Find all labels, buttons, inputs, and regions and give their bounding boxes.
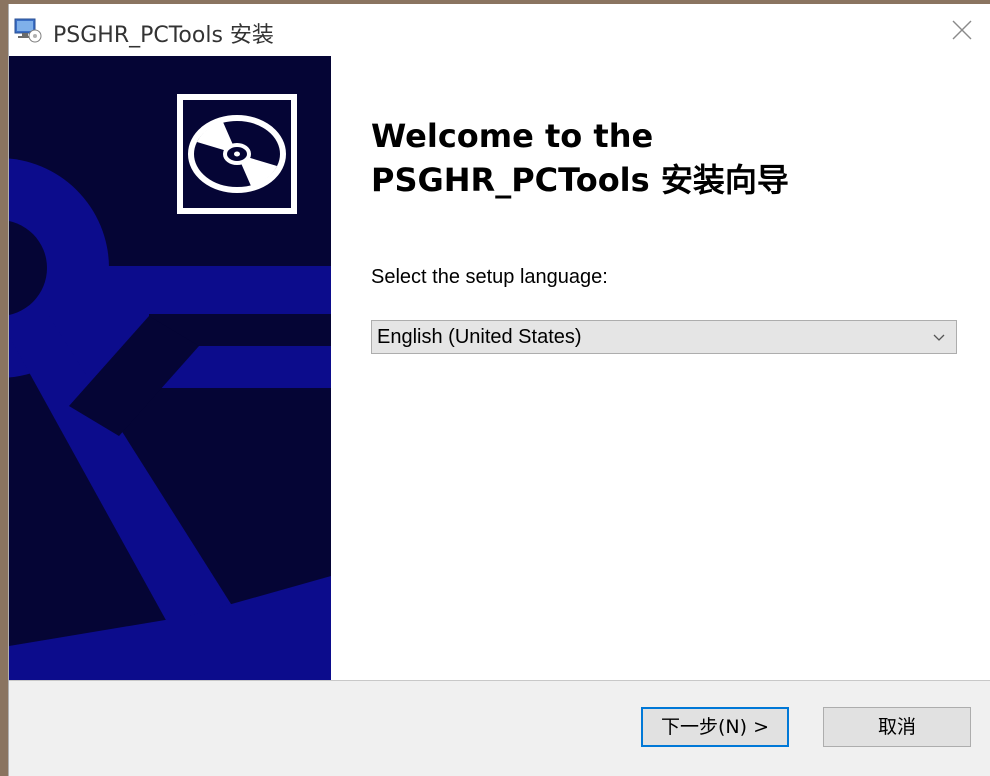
next-button[interactable]: 下一步(N) > xyxy=(641,707,789,747)
window-title: PSGHR_PCTools 安装 xyxy=(53,23,274,48)
installer-window: PSGHR_PCTools 安装 Welcome to the PSGHR_PC… xyxy=(8,4,990,776)
setup-computer-icon xyxy=(14,18,42,43)
button-bar: 下一步(N) > 取消 xyxy=(9,680,990,776)
close-icon[interactable] xyxy=(944,12,980,48)
welcome-line-2: PSGHR_PCTools 安装向导 xyxy=(371,161,789,199)
title-bar[interactable]: PSGHR_PCTools 安装 xyxy=(9,4,990,56)
product-logo xyxy=(177,94,297,214)
wizard-side-banner xyxy=(9,56,331,680)
welcome-line-1: Welcome to the xyxy=(371,117,654,155)
cancel-button[interactable]: 取消 xyxy=(823,707,971,747)
chevron-down-icon xyxy=(933,334,945,341)
language-selected-value: English (United States) xyxy=(377,326,582,348)
disc-icon xyxy=(188,115,286,193)
wizard-content: Welcome to the PSGHR_PCTools 安装向导 Select… xyxy=(331,56,990,680)
language-label: Select the setup language: xyxy=(371,266,608,288)
welcome-heading: Welcome to the PSGHR_PCTools 安装向导 xyxy=(371,114,971,202)
language-dropdown[interactable]: English (United States) xyxy=(371,320,957,354)
